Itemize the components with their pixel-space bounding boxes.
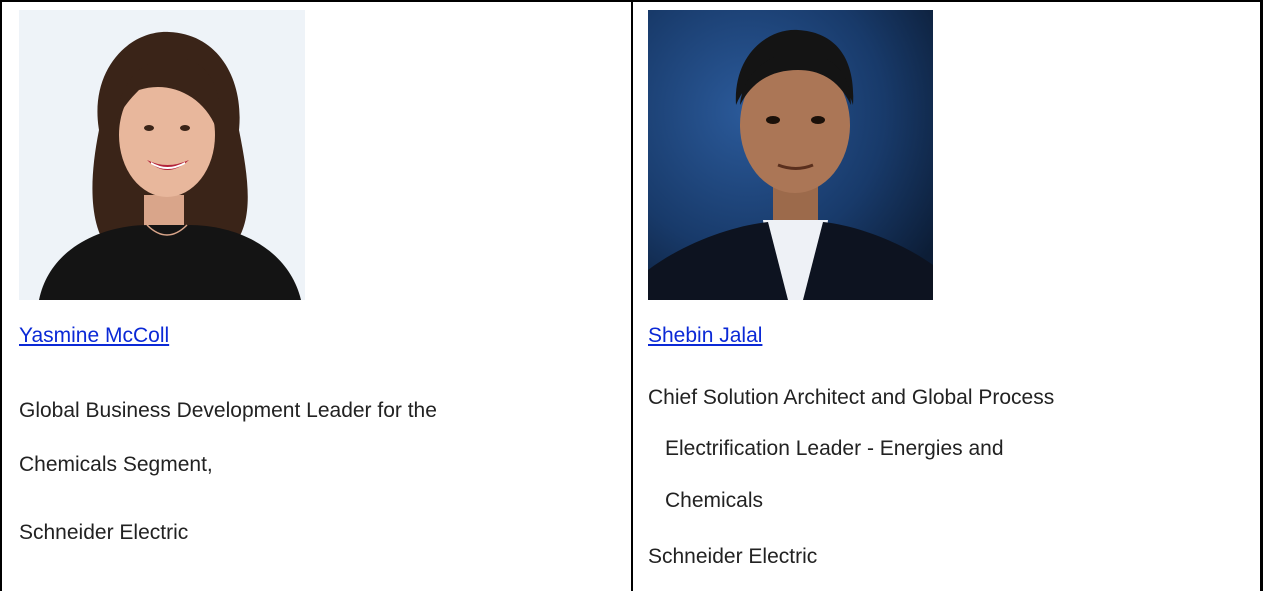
speaker-photo-yasmine [19,10,305,300]
speaker-cell-yasmine: Yasmine McColl Global Business Developme… [2,0,631,591]
speaker-photo-shebin [648,10,933,300]
portrait-photo-man-icon [648,10,933,300]
speaker-title-line-2: Chemicals Segment, [19,453,213,476]
speaker-title-line-3: Chemicals [665,489,764,512]
speaker-table: Yasmine McColl Global Business Developme… [0,0,1263,591]
speaker-name-link-yasmine[interactable]: Yasmine McColl [19,324,169,348]
speaker-company: Schneider Electric [648,545,818,568]
speaker-cell-shebin: Shebin Jalal Chief Solution Architect an… [633,0,1260,591]
speaker-title-line-1: Global Business Development Leader for t… [19,399,437,422]
speaker-company: Schneider Electric [19,521,189,544]
speaker-title-line-2: Electrification Leader - Energies and [665,437,1004,460]
portrait-photo-woman-icon [19,10,305,300]
speaker-title-line-1: Chief Solution Architect and Global Proc… [648,386,1055,409]
speaker-name-link-shebin[interactable]: Shebin Jalal [648,324,762,348]
